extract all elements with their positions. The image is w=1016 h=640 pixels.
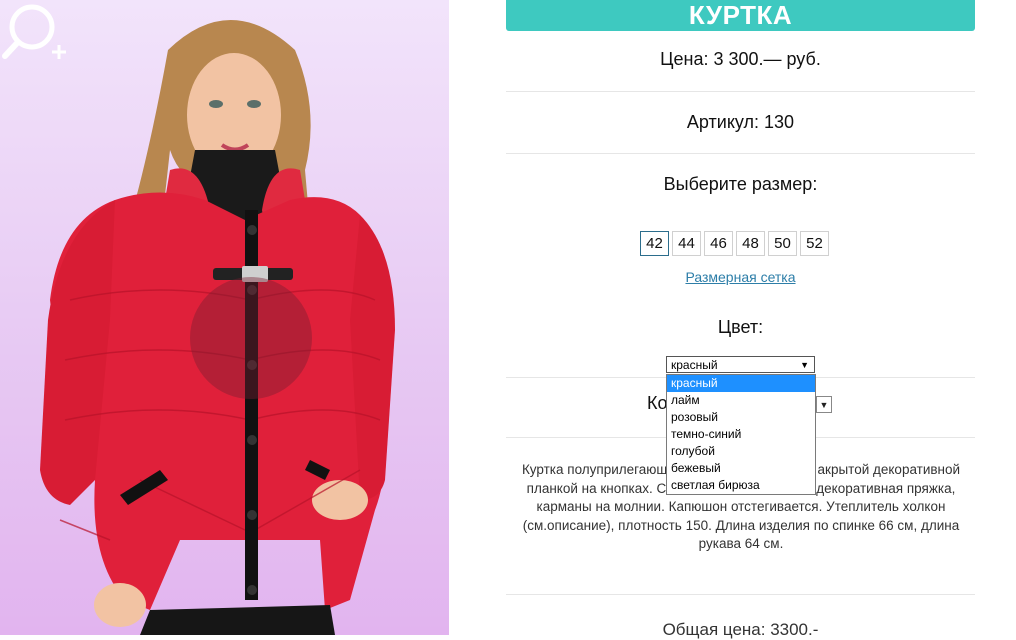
zoom-in-icon[interactable] (0, 0, 72, 72)
size-heading: Выберите размер: (663, 174, 818, 194)
description-line: карманы на молнии. Капюшон отстегивается… (536, 499, 946, 514)
color-option-blue[interactable]: голубой (667, 443, 815, 460)
size-option-48[interactable]: 48 (736, 231, 765, 256)
size-selector: 42 44 46 48 50 52 (640, 231, 829, 256)
color-option-turquoise[interactable]: светлая бирюза (667, 477, 815, 494)
quantity-dropdown-arrow-icon[interactable]: ▼ (816, 396, 832, 413)
quantity-label: Ко (647, 393, 668, 413)
product-photo[interactable] (0, 0, 449, 635)
divider (506, 594, 975, 595)
zoom-overlay[interactable] (190, 277, 312, 399)
size-option-52[interactable]: 52 (800, 231, 829, 256)
color-heading: Цвет: (717, 317, 764, 337)
color-option-pink[interactable]: розовый (667, 409, 815, 426)
description-fragment: декоративная пряжка, (816, 480, 956, 496)
description-line: рукава 64 см. (698, 536, 784, 551)
color-select-value: красный (671, 358, 718, 372)
color-option-red[interactable]: красный (667, 375, 815, 392)
divider (506, 91, 975, 92)
product-article: Артикул: 130 (686, 112, 795, 132)
description-fragment: Куртка полуприлегающ (521, 462, 668, 477)
total-price: Общая цена: 3300.- (662, 620, 819, 639)
description-fragment: акрытой декоративной (817, 462, 961, 477)
description-line: (см.описание), плотность 150. Длина изде… (522, 517, 960, 533)
size-option-50[interactable]: 50 (768, 231, 797, 256)
size-option-44[interactable]: 44 (672, 231, 701, 256)
color-option-beige[interactable]: бежевый (667, 460, 815, 477)
product-price: Цена: 3 300.— руб. (660, 49, 821, 69)
dropdown-arrow-icon: ▼ (800, 360, 809, 370)
color-dropdown-list: красный лайм розовый темно-синий голубой… (666, 374, 816, 495)
color-option-navy[interactable]: темно-синий (667, 426, 815, 443)
divider (506, 153, 975, 154)
color-select[interactable]: красный ▼ (666, 356, 815, 373)
size-option-46[interactable]: 46 (704, 231, 733, 256)
description-fragment: планкой на кнопках. С (526, 480, 667, 496)
size-option-42[interactable]: 42 (640, 231, 669, 256)
size-chart-link[interactable]: Размерная сетка (506, 269, 975, 285)
color-option-lime[interactable]: лайм (667, 392, 815, 409)
product-title: КУРТКА (506, 0, 975, 31)
